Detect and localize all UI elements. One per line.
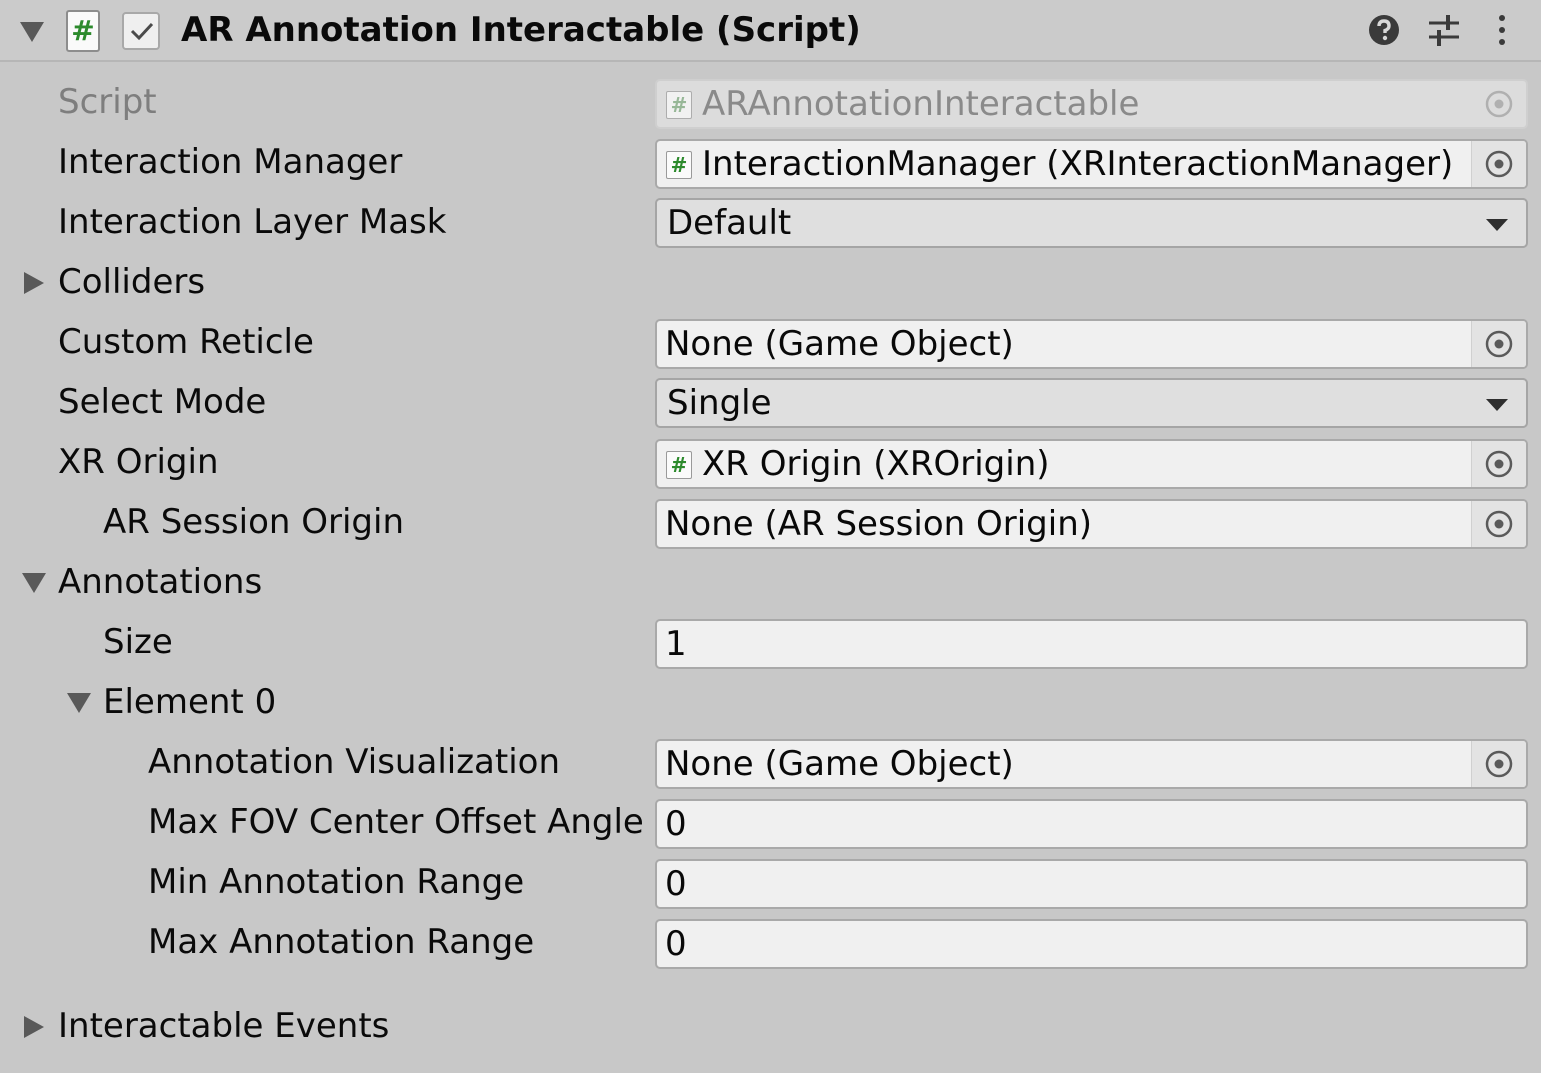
help-icon[interactable] [1366,12,1402,48]
object-picker-button[interactable] [1471,141,1526,187]
min-annotation-range-input[interactable]: 0 [655,859,1528,909]
select-mode-value: Single [667,383,772,423]
ar-session-origin-field[interactable]: None (AR Session Origin) [655,499,1528,549]
interaction-layer-mask-dropdown[interactable]: Default [655,198,1528,248]
annotations-foldout-arrow-icon[interactable] [22,573,46,593]
min-annotation-range-label: Min Annotation Range [148,862,525,902]
script-icon: # [666,91,692,119]
xr-origin-label: XR Origin [58,442,219,482]
script-field-value: ARAnnotationInteractable [702,84,1140,124]
object-picker-icon [1485,150,1513,178]
ar-session-origin-label: AR Session Origin [103,502,404,542]
script-field: # ARAnnotationInteractable [655,79,1528,129]
select-mode-label: Select Mode [58,382,267,422]
object-picker-button[interactable] [1471,501,1526,547]
custom-reticle-value: None (Game Object) [665,324,1014,364]
annotation-visualization-label: Annotation Visualization [148,742,561,782]
max-fov-center-offset-angle-value: 0 [665,804,687,844]
dropdown-arrow-icon [1486,399,1508,411]
interaction-layer-mask-value: Default [667,203,792,243]
script-label: Script [58,82,157,122]
colliders-label[interactable]: Colliders [58,260,205,304]
colliders-foldout-arrow-icon[interactable] [24,272,44,294]
size-input[interactable]: 1 [655,619,1528,669]
object-picker-button[interactable] [1471,741,1526,787]
object-picker-button[interactable] [1471,321,1526,367]
object-picker-icon [1485,90,1513,118]
object-picker-icon [1485,450,1513,478]
xr-origin-field[interactable]: # XR Origin (XROrigin) [655,439,1528,489]
dropdown-arrow-icon [1486,219,1508,231]
component-title: AR Annotation Interactable (Script) [181,10,861,50]
more-menu-icon[interactable] [1490,12,1514,48]
object-picker-button [1472,81,1526,127]
interactable-events-foldout-arrow-icon[interactable] [24,1016,44,1038]
interaction-manager-field[interactable]: # InteractionManager (XRInteractionManag… [655,139,1528,189]
script-icon: # [666,451,692,479]
size-value: 1 [665,624,687,664]
interaction-manager-value: InteractionManager (XRInteractionManager… [702,144,1454,184]
max-fov-center-offset-angle-input[interactable]: 0 [655,799,1528,849]
annotations-label[interactable]: Annotations [58,560,262,604]
element0-foldout-arrow-icon[interactable] [67,693,91,713]
annotation-visualization-value: None (Game Object) [665,744,1014,784]
object-picker-button[interactable] [1471,441,1526,487]
annotation-visualization-field[interactable]: None (Game Object) [655,739,1528,789]
element0-label[interactable]: Element 0 [103,680,276,724]
max-annotation-range-input[interactable]: 0 [655,919,1528,969]
select-mode-dropdown[interactable]: Single [655,378,1528,428]
component-header: # AR Annotation Interactable (Script) [0,0,1541,62]
object-picker-icon [1485,330,1513,358]
min-annotation-range-value: 0 [665,864,687,904]
max-annotation-range-label: Max Annotation Range [148,922,535,962]
xr-origin-value: XR Origin (XROrigin) [702,444,1050,484]
interaction-layer-mask-label: Interaction Layer Mask [58,202,447,242]
interaction-manager-label: Interaction Manager [58,142,403,182]
ar-session-origin-value: None (AR Session Origin) [665,504,1093,544]
custom-reticle-field[interactable]: None (Game Object) [655,319,1528,369]
max-fov-center-offset-angle-label: Max FOV Center Offset Angle [148,802,644,842]
presets-icon[interactable] [1426,12,1462,48]
object-picker-icon [1485,750,1513,778]
script-icon: # [666,151,692,179]
max-annotation-range-value: 0 [665,924,687,964]
interactable-events-label[interactable]: Interactable Events [58,1004,389,1048]
component-enabled-checkbox[interactable] [122,12,160,50]
script-icon: # [66,10,100,52]
custom-reticle-label: Custom Reticle [58,322,314,362]
size-label: Size [103,622,173,662]
checkmark-icon [130,22,154,41]
component-foldout-arrow-icon[interactable] [20,22,44,42]
object-picker-icon [1485,510,1513,538]
